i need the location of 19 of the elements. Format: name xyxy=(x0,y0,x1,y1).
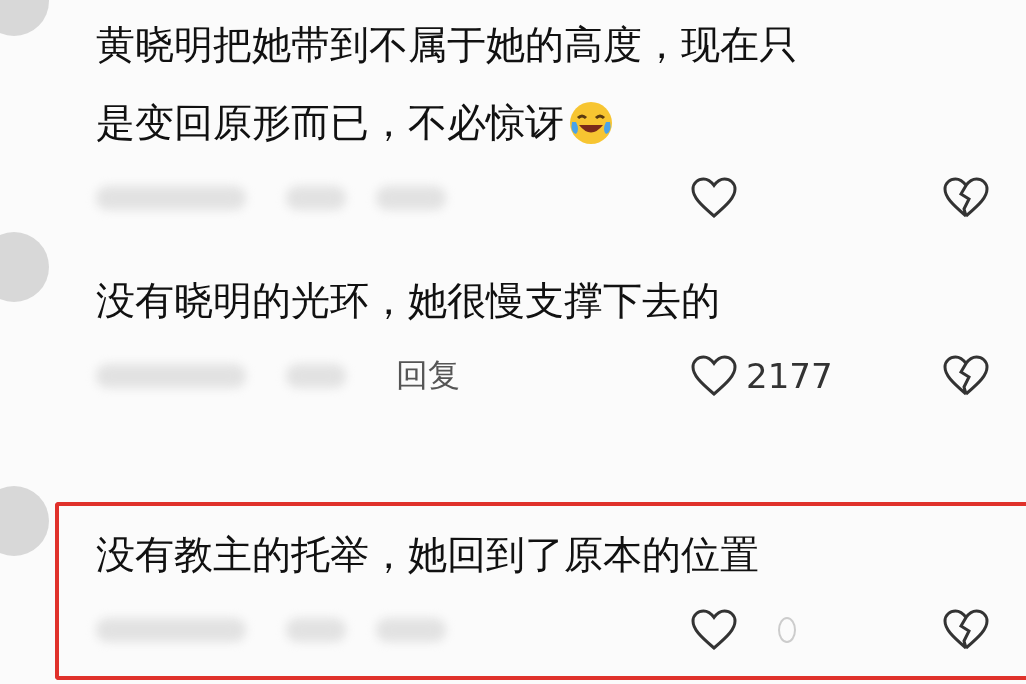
blurred-location xyxy=(286,186,346,210)
reply-link[interactable]: 回复 xyxy=(396,354,460,398)
comment-text: 没有晓明的光环，她很慢支撑下去的 xyxy=(96,277,720,325)
heart-icon[interactable] xyxy=(690,176,738,220)
comment-text: 没有教主的托举，她回到了原本的位置 xyxy=(96,531,759,579)
broken-heart-icon[interactable] xyxy=(942,176,990,220)
comment-text: 黄晓明把她带到不属于她的高度，现在只 xyxy=(96,21,798,69)
blurred-mark xyxy=(778,617,796,643)
blurred-location xyxy=(286,618,346,642)
laughing-emoji-icon xyxy=(568,100,614,146)
broken-heart-icon[interactable] xyxy=(942,608,990,652)
broken-heart-icon[interactable] xyxy=(942,354,990,398)
blurred-reply xyxy=(376,186,446,210)
like-count: 2177 xyxy=(746,356,833,396)
heart-icon[interactable] xyxy=(690,608,738,652)
heart-icon[interactable] xyxy=(690,354,738,398)
comment-text: 是变回原形而已，不必惊讶 xyxy=(96,99,564,147)
blurred-reply xyxy=(376,618,446,642)
blurred-location xyxy=(286,364,346,388)
